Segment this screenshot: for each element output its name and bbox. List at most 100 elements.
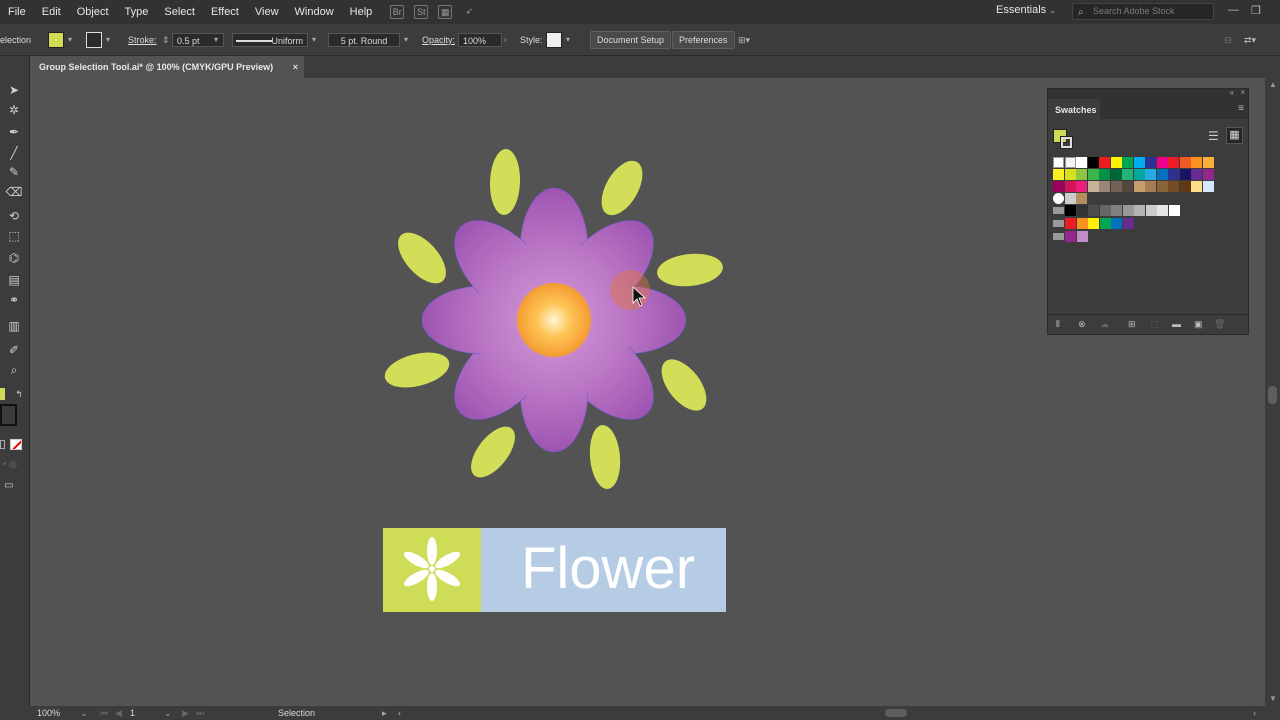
library-icon[interactable]: ⫴ bbox=[1056, 319, 1060, 330]
document-tab[interactable]: Group Selection Tool.ai* @ 100% (CMYK/GP… bbox=[30, 56, 304, 78]
swatch[interactable] bbox=[1145, 205, 1157, 216]
folder-icon[interactable] bbox=[1053, 220, 1064, 227]
stepper-icon[interactable]: ⇕ bbox=[162, 33, 170, 47]
swatch[interactable] bbox=[1064, 157, 1076, 168]
blend-tool-icon[interactable]: ⚭ bbox=[5, 292, 23, 308]
swatch[interactable] bbox=[1099, 157, 1110, 168]
eyedropper-icon[interactable]: ✐ bbox=[5, 342, 23, 358]
swatch[interactable] bbox=[1110, 157, 1122, 168]
swatch[interactable] bbox=[1156, 181, 1168, 192]
swatch[interactable] bbox=[1179, 181, 1191, 192]
selection-tool-icon[interactable]: ➤ bbox=[5, 82, 23, 98]
swatch[interactable] bbox=[1053, 181, 1064, 192]
swatch[interactable] bbox=[1202, 157, 1214, 168]
vertical-scroll-thumb[interactable] bbox=[1268, 386, 1277, 404]
menu-window[interactable]: Window bbox=[287, 0, 342, 24]
color-group-icon[interactable]: ⬚ bbox=[1150, 319, 1159, 330]
chevron-down-icon[interactable]: ⌄ bbox=[80, 708, 88, 719]
grid-view-icon[interactable]: ▦ bbox=[1226, 127, 1243, 144]
brush-definition-field[interactable]: 5 pt. Round bbox=[328, 33, 400, 47]
screen-mode-icon[interactable]: ▭ bbox=[0, 478, 18, 494]
swatch[interactable] bbox=[1133, 169, 1145, 180]
swatch[interactable] bbox=[1087, 181, 1099, 192]
swatch[interactable] bbox=[1134, 205, 1145, 216]
folder-icon[interactable] bbox=[1053, 207, 1064, 214]
swatch[interactable] bbox=[1122, 205, 1134, 216]
swatch[interactable] bbox=[1110, 169, 1122, 180]
show-kinds-icon[interactable]: ⊗ bbox=[1078, 319, 1086, 330]
swatch[interactable] bbox=[1076, 193, 1087, 204]
flower-center[interactable] bbox=[517, 283, 591, 357]
swatch[interactable] bbox=[1168, 205, 1180, 216]
swatch[interactable] bbox=[1053, 193, 1064, 204]
panel-stroke-swatch[interactable] bbox=[1060, 136, 1073, 149]
eraser-icon[interactable]: ⌫ bbox=[5, 184, 23, 200]
chevron-down-icon[interactable]: ▾ bbox=[404, 33, 408, 47]
collapse-panel-icon[interactable]: « bbox=[1230, 88, 1234, 97]
workspace-switcher[interactable]: Essentials ⌄ bbox=[996, 4, 1056, 16]
swatch[interactable] bbox=[1179, 157, 1191, 168]
swatch[interactable] bbox=[1157, 205, 1168, 216]
swatch[interactable] bbox=[1133, 157, 1145, 168]
swatch[interactable] bbox=[1122, 181, 1133, 192]
stroke-swatch[interactable] bbox=[86, 32, 102, 48]
swatch[interactable] bbox=[1191, 181, 1202, 192]
stock-search-input[interactable]: ⌕ Search Adobe Stock bbox=[1072, 3, 1214, 20]
chevron-right-icon[interactable]: › bbox=[504, 33, 507, 47]
opacity-label[interactable]: Opacity: bbox=[422, 33, 455, 47]
preferences-button[interactable]: Preferences bbox=[672, 31, 735, 49]
gpu-rocket-icon[interactable]: ➶ bbox=[462, 5, 476, 19]
swatch[interactable] bbox=[1099, 169, 1110, 180]
swatch[interactable] bbox=[1064, 181, 1076, 192]
style-swatch[interactable] bbox=[546, 32, 562, 48]
swatch[interactable] bbox=[1111, 218, 1122, 229]
pen-tool-icon[interactable]: ✒ bbox=[5, 124, 23, 140]
swatch[interactable] bbox=[1122, 218, 1134, 229]
bridge-icon[interactable]: Br bbox=[390, 5, 405, 19]
chevron-down-icon[interactable]: ▾ bbox=[566, 33, 570, 47]
swatch[interactable] bbox=[1076, 181, 1087, 192]
document-setup-button[interactable]: Document Setup bbox=[590, 31, 672, 49]
folder-icon[interactable] bbox=[1053, 233, 1064, 240]
new-swatch-icon[interactable]: ▣ bbox=[1194, 319, 1203, 330]
magic-wand-icon[interactable]: ✲ bbox=[5, 102, 23, 118]
swatch[interactable] bbox=[1168, 157, 1179, 168]
stock-icon[interactable]: St bbox=[414, 5, 429, 19]
swatch[interactable] bbox=[1168, 181, 1179, 192]
color-mode-icon[interactable] bbox=[0, 440, 5, 449]
scroll-down-icon[interactable]: ▼ bbox=[1269, 694, 1277, 703]
minimize-icon[interactable]: — bbox=[1228, 4, 1239, 16]
swatch[interactable] bbox=[1065, 218, 1076, 229]
menu-object[interactable]: Object bbox=[69, 0, 117, 24]
control-menu-icon[interactable]: ⇄▾ bbox=[1244, 33, 1256, 47]
leaf[interactable] bbox=[653, 352, 715, 419]
next-artboard-icon[interactable]: ▶ bbox=[182, 708, 189, 719]
swatch[interactable] bbox=[1064, 169, 1076, 180]
previous-artboard-icon[interactable]: ◀ bbox=[115, 708, 122, 719]
swatch[interactable] bbox=[1088, 205, 1099, 216]
swatch[interactable] bbox=[1099, 205, 1111, 216]
paintbrush-icon[interactable]: ✎ bbox=[5, 164, 23, 180]
swatch[interactable] bbox=[1076, 157, 1087, 168]
scroll-left-icon[interactable]: ‹ bbox=[398, 708, 401, 718]
swatch[interactable] bbox=[1076, 169, 1087, 180]
stroke-indicator[interactable] bbox=[0, 404, 17, 426]
swatch[interactable] bbox=[1179, 169, 1191, 180]
swatch[interactable] bbox=[1087, 169, 1099, 180]
swatch[interactable] bbox=[1110, 181, 1122, 192]
menu-file[interactable]: File bbox=[0, 0, 34, 24]
horizontal-scroll-thumb[interactable] bbox=[885, 709, 907, 717]
leaf[interactable] bbox=[389, 224, 454, 291]
swatch[interactable] bbox=[1099, 181, 1110, 192]
leaf[interactable] bbox=[656, 251, 725, 290]
chevron-down-icon[interactable]: ▾ bbox=[106, 33, 110, 47]
swatch[interactable] bbox=[1145, 169, 1156, 180]
rotate-tool-icon[interactable]: ⟲ bbox=[5, 208, 23, 224]
menu-type[interactable]: Type bbox=[117, 0, 157, 24]
fill-swatch[interactable] bbox=[48, 32, 64, 48]
shape-builder-icon[interactable]: ⌬ bbox=[5, 250, 23, 266]
swatch[interactable] bbox=[1191, 169, 1202, 180]
menu-effect[interactable]: Effect bbox=[203, 0, 247, 24]
swatch[interactable] bbox=[1133, 181, 1145, 192]
swatch[interactable] bbox=[1191, 157, 1202, 168]
